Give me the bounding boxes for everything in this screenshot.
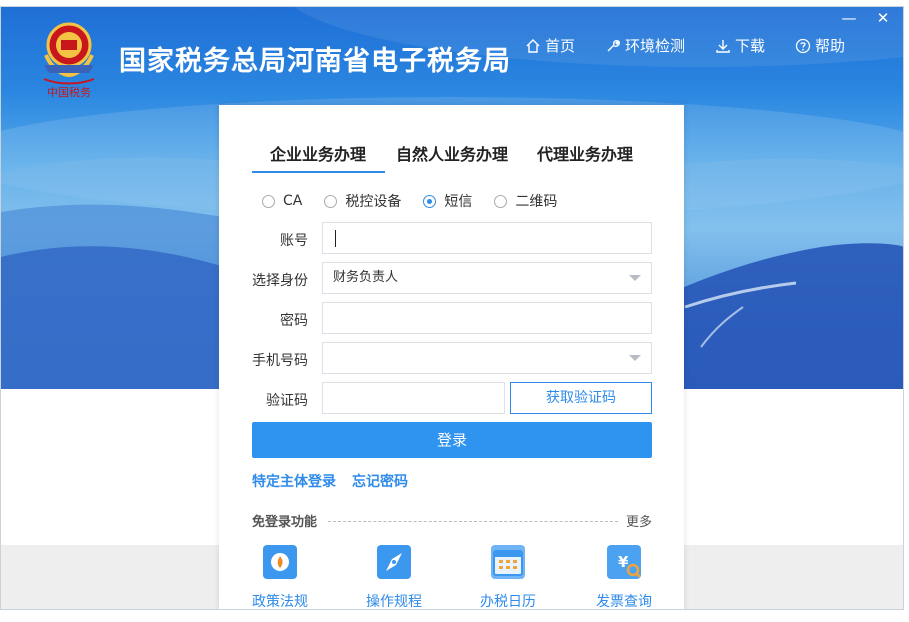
tab-individual[interactable]: 自然人业务办理 [396,141,508,165]
window-controls: — ✕ [841,9,891,27]
radio-sms[interactable]: 短信 [423,191,472,211]
radio-ca[interactable]: CA [262,191,302,211]
special-entity-login-link[interactable]: 特定主体登录 [252,471,336,491]
phone-select[interactable] [322,342,652,374]
download-icon [716,39,730,53]
quick-calendar-label: 办税日历 [480,594,536,610]
nav-download-label: 下载 [735,37,766,55]
radio-tax-device-label: 税控设备 [345,194,402,210]
account-input[interactable] [322,222,652,254]
radio-qrcode[interactable]: 二维码 [494,191,557,211]
invoice-search-icon: ¥ [607,545,641,579]
code-label: 验证码 [266,393,308,409]
chevron-down-icon [629,275,641,281]
tab-agent[interactable]: 代理业务办理 [537,141,633,165]
radio-sms-circle [423,194,437,208]
close-button[interactable]: ✕ [875,9,891,27]
radio-tax-device[interactable]: 税控设备 [324,191,401,211]
login-card: 企业业务办理 自然人业务办理 代理业务办理 CA 税控设备 短信 二维码 账号 … [219,105,684,610]
identity-value: 财务负责人 [333,270,399,285]
tax-emblem-logo: 中国税务 [34,15,104,99]
app-window: 中国税务 国家税务总局河南省电子税务局 — ✕ 首页 环境检测 下载 帮助 企业… [0,6,904,610]
quick-procedure-label: 操作规程 [366,594,422,610]
login-method-group: CA 税控设备 短信 二维码 [262,191,579,211]
tab-enterprise[interactable]: 企业业务办理 [270,141,366,165]
account-label: 账号 [280,233,308,249]
password-label: 密码 [280,313,308,329]
more-link[interactable]: 更多 [626,511,652,530]
nav-env-check[interactable]: 环境检测 [605,35,685,56]
quick-calendar[interactable]: 办税日历 [468,545,548,610]
nav-download[interactable]: 下载 [715,35,765,56]
login-button[interactable]: 登录 [252,422,652,458]
chevron-down-icon [629,355,641,361]
quick-procedure[interactable]: 操作规程 [354,545,434,610]
radio-ca-circle [262,194,275,208]
forgot-password-link[interactable]: 忘记密码 [352,471,408,491]
active-tab-indicator [252,171,385,173]
free-functions-label: 免登录功能 [252,515,318,530]
app-title: 国家税务总局河南省电子税务局 [119,46,511,77]
wrench-icon [607,39,620,51]
password-input[interactable] [322,302,652,334]
nav-env-check-label: 环境检测 [625,37,686,55]
phone-label: 手机号码 [252,353,308,369]
radio-qrcode-circle [494,194,508,208]
login-links: 特定主体登录 忘记密码 [252,471,408,491]
divider [328,521,618,522]
home-icon [526,38,540,53]
radio-qrcode-label: 二维码 [515,194,558,210]
quick-invoice-label: 发票查询 [596,594,652,610]
identity-label: 选择身份 [252,273,308,289]
nav-help-label: 帮助 [815,37,846,55]
quick-policy[interactable]: 政策法规 [240,545,320,610]
minimize-button[interactable]: — [841,9,857,27]
code-input[interactable] [322,382,505,414]
nav-home-label: 首页 [545,37,576,55]
nav-home[interactable]: 首页 [525,35,575,56]
text-cursor [335,230,336,247]
radio-sms-label: 短信 [444,194,473,210]
quick-policy-label: 政策法规 [252,594,308,610]
quick-invoice[interactable]: ¥ 发票查询 [584,545,664,610]
policy-icon [263,545,297,579]
top-nav: 首页 环境检测 下载 帮助 [525,35,845,56]
compass-icon [377,545,411,579]
login-tabs: 企业业务办理 自然人业务办理 代理业务办理 [252,141,652,173]
help-icon [795,38,811,53]
free-functions-header: 免登录功能 更多 [252,511,652,531]
calendar-icon [491,545,525,579]
radio-tax-device-circle [324,194,338,208]
nav-help[interactable]: 帮助 [795,35,845,56]
svg-text:中国税务: 中国税务 [47,85,91,99]
get-code-button[interactable]: 获取验证码 [510,382,652,414]
identity-select[interactable]: 财务负责人 [322,262,652,294]
radio-ca-label: CA [283,193,303,209]
